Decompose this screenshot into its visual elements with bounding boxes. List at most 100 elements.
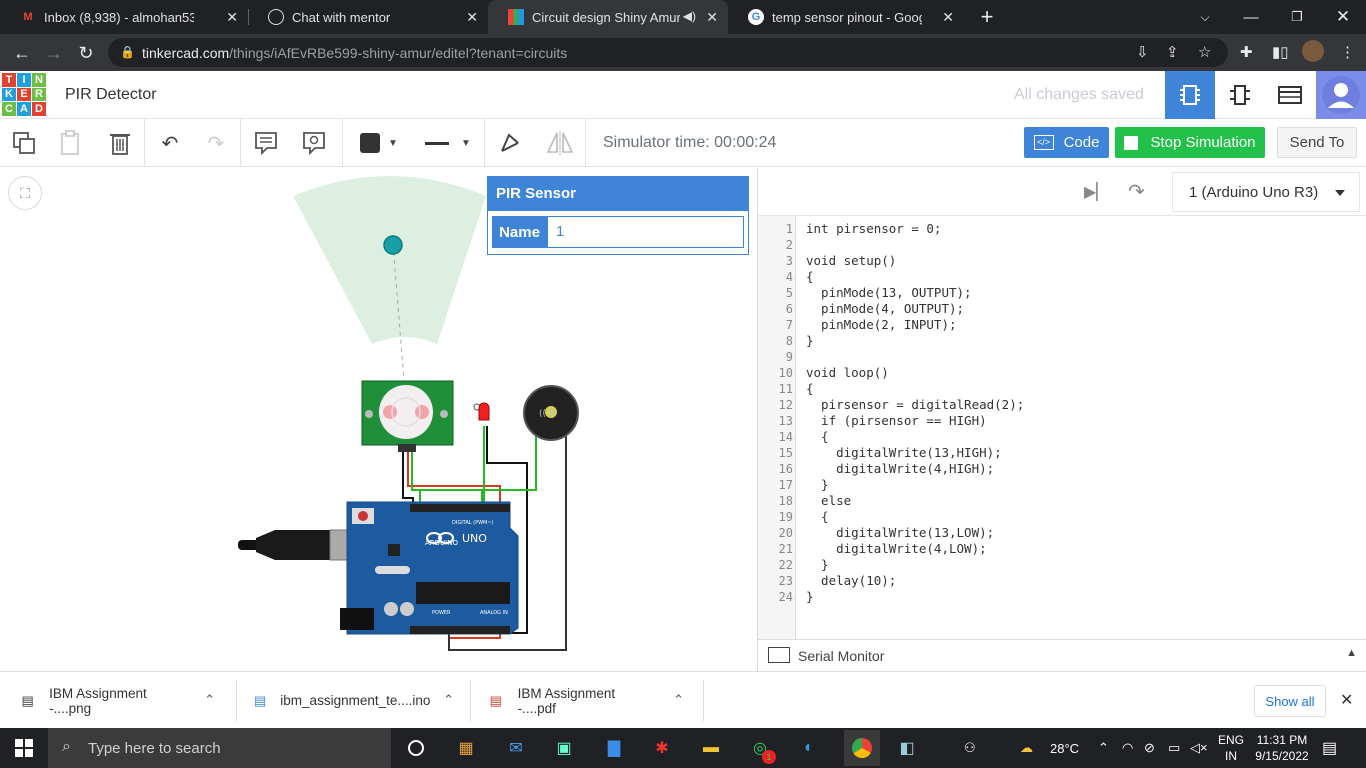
component-list-button[interactable] xyxy=(1265,71,1315,119)
show-all-button[interactable]: Show all xyxy=(1254,685,1326,717)
menu-icon[interactable]: ⋮ xyxy=(1340,43,1355,61)
redo-icon[interactable]: ↷ xyxy=(202,129,230,157)
snip-tool-icon[interactable]: ▣ xyxy=(550,734,578,762)
code-line[interactable]: } xyxy=(806,333,814,349)
download-item[interactable]: ▤ ibm_assignment_te....ino ⌃ xyxy=(254,672,454,729)
code-button[interactable]: </> Code xyxy=(1024,127,1109,158)
code-line[interactable]: { xyxy=(806,429,829,445)
back-button[interactable]: ← xyxy=(10,41,34,65)
code-line[interactable]: { xyxy=(806,381,814,397)
paste-icon[interactable] xyxy=(57,129,85,157)
code-line[interactable]: pinMode(4, OUTPUT); xyxy=(806,301,964,317)
url-bar[interactable]: 🔒 tinkercad.com/things/iAfEvRBe599-shiny… xyxy=(108,38,1228,67)
chevron-up-icon[interactable]: ⌃ xyxy=(443,692,454,708)
name-input[interactable]: 1 xyxy=(547,216,744,248)
rotate-icon[interactable] xyxy=(496,129,524,157)
code-line[interactable]: void loop() xyxy=(806,365,889,381)
code-line[interactable]: } xyxy=(806,557,829,573)
code-line[interactable]: pirsensor = digitalRead(2); xyxy=(806,397,1024,413)
forward-button[interactable]: → xyxy=(42,41,66,65)
tab-gmail[interactable]: M Inbox (8,938) - almohan532001@ ✕ xyxy=(0,0,248,34)
chrome-icon[interactable] xyxy=(844,730,880,766)
code-editor[interactable]: int pirsensor = 0; void setup(){ pinMode(… xyxy=(796,216,1366,639)
code-line[interactable]: { xyxy=(806,269,814,285)
step-icon[interactable]: ▶▏ xyxy=(1084,182,1109,202)
install-icon[interactable]: ⇩ xyxy=(1136,43,1149,61)
restore-button[interactable]: ❐ xyxy=(1274,0,1320,34)
weather-temp[interactable]: 28°C xyxy=(1050,728,1079,768)
code-line[interactable]: pinMode(2, INPUT); xyxy=(806,317,956,333)
new-tab-button[interactable]: + xyxy=(964,0,1010,34)
copy-icon[interactable] xyxy=(10,129,38,157)
sidebar-icon[interactable]: ▮▯ xyxy=(1272,43,1289,61)
tab-chat[interactable]: Chat with mentor ✕ xyxy=(248,0,488,34)
close-icon[interactable]: ✕ xyxy=(1340,690,1353,710)
tab-google[interactable]: G temp sensor pinout - Google Sea ✕ xyxy=(728,0,964,34)
project-title[interactable]: PIR Detector xyxy=(65,86,157,104)
notes-icon[interactable] xyxy=(252,129,280,157)
bookmark-star-icon[interactable]: ☆ xyxy=(1198,43,1211,61)
people-icon[interactable]: ⚇ xyxy=(964,728,976,768)
code-line[interactable]: } xyxy=(806,477,829,493)
wire-style-picker[interactable]: ▼ xyxy=(420,129,476,157)
circuit-view-button[interactable] xyxy=(1165,71,1215,119)
close-icon[interactable]: ✕ xyxy=(942,9,954,26)
app-icon[interactable]: ◧ xyxy=(893,734,921,762)
volume-icon[interactable]: ◁× xyxy=(1190,728,1208,768)
whatsapp-icon[interactable]: ◎ 1 xyxy=(746,734,776,764)
minimize-button[interactable]: — xyxy=(1228,0,1274,34)
code-line[interactable]: if (pirsensor == HIGH) xyxy=(806,413,987,429)
circuit-canvas[interactable]: ⛶ (( )) ARDUINO UNO DIGITAL (PWM~) POWER… xyxy=(0,168,757,671)
view-notes-icon[interactable] xyxy=(300,129,328,157)
undo-icon[interactable]: ↶ xyxy=(156,129,184,157)
chevron-up-icon[interactable]: ⌃ xyxy=(1098,728,1109,768)
close-window-button[interactable]: ✕ xyxy=(1320,0,1366,34)
chevron-up-icon[interactable]: ▲ xyxy=(1346,647,1357,659)
close-icon[interactable]: ✕ xyxy=(706,9,718,26)
extensions-icon[interactable]: ✚ xyxy=(1240,43,1253,61)
network-icon[interactable]: ⊘ xyxy=(1144,728,1155,768)
schematic-view-button[interactable] xyxy=(1215,71,1265,119)
chevron-up-icon[interactable]: ⌃ xyxy=(673,692,684,708)
user-avatar[interactable] xyxy=(1316,71,1366,119)
restart-icon[interactable]: ↷ xyxy=(1128,179,1145,204)
color-picker[interactable]: ▼ xyxy=(354,129,404,157)
file-explorer-icon[interactable]: ▬ xyxy=(697,734,725,762)
app-icon[interactable]: ✱ xyxy=(648,734,676,762)
tab-search-icon[interactable]: ⌵ xyxy=(1182,0,1228,34)
serial-monitor-bar[interactable]: Serial Monitor ▲ xyxy=(758,639,1366,671)
close-icon[interactable]: ✕ xyxy=(466,9,478,26)
download-item[interactable]: ▤ IBM Assignment -....png ⌃ xyxy=(20,672,215,729)
code-line[interactable]: digitalWrite(4,HIGH); xyxy=(806,461,994,477)
notifications-icon[interactable]: ▤ xyxy=(1322,728,1337,768)
wifi-icon[interactable]: ◠ xyxy=(1122,728,1133,768)
edge-icon[interactable]: ◐ xyxy=(795,734,823,762)
code-line[interactable]: else xyxy=(806,493,851,509)
flip-icon[interactable] xyxy=(545,129,573,157)
tinkercad-logo[interactable]: T I N K E R C A D xyxy=(2,73,46,116)
windows-start-icon[interactable] xyxy=(10,734,38,762)
language-indicator[interactable]: ENG IN xyxy=(1218,728,1244,768)
cortana-icon[interactable] xyxy=(402,734,430,762)
code-line[interactable]: void setup() xyxy=(806,253,896,269)
code-line[interactable]: digitalWrite(13,HIGH); xyxy=(806,445,1002,461)
code-line[interactable]: digitalWrite(13,LOW); xyxy=(806,525,994,541)
code-line[interactable]: } xyxy=(806,589,814,605)
store-icon[interactable]: ▦ xyxy=(452,734,480,762)
clock[interactable]: 11:31 PM 9/15/2022 xyxy=(1254,728,1310,768)
share-icon[interactable]: ⇪ xyxy=(1166,43,1179,61)
code-line[interactable]: int pirsensor = 0; xyxy=(806,221,941,237)
device-select[interactable]: 1 (Arduino Uno R3) xyxy=(1172,172,1360,212)
battery-icon[interactable]: ▭ xyxy=(1168,728,1180,768)
profile-avatar[interactable] xyxy=(1302,40,1324,62)
taskbar-search[interactable]: ⌕ Type here to search xyxy=(48,728,391,768)
code-line[interactable]: digitalWrite(4,LOW); xyxy=(806,541,987,557)
audio-icon[interactable]: ◀) xyxy=(683,9,696,23)
mail-icon[interactable]: ✉ xyxy=(502,734,530,762)
code-line[interactable]: { xyxy=(806,509,829,525)
desktop-app-icon[interactable]: ▇ xyxy=(600,734,628,762)
chevron-up-icon[interactable]: ⌃ xyxy=(204,692,215,708)
stop-simulation-button[interactable]: Stop Simulation xyxy=(1115,127,1265,158)
close-icon[interactable]: ✕ xyxy=(226,9,238,26)
send-to-button[interactable]: Send To xyxy=(1277,127,1357,158)
